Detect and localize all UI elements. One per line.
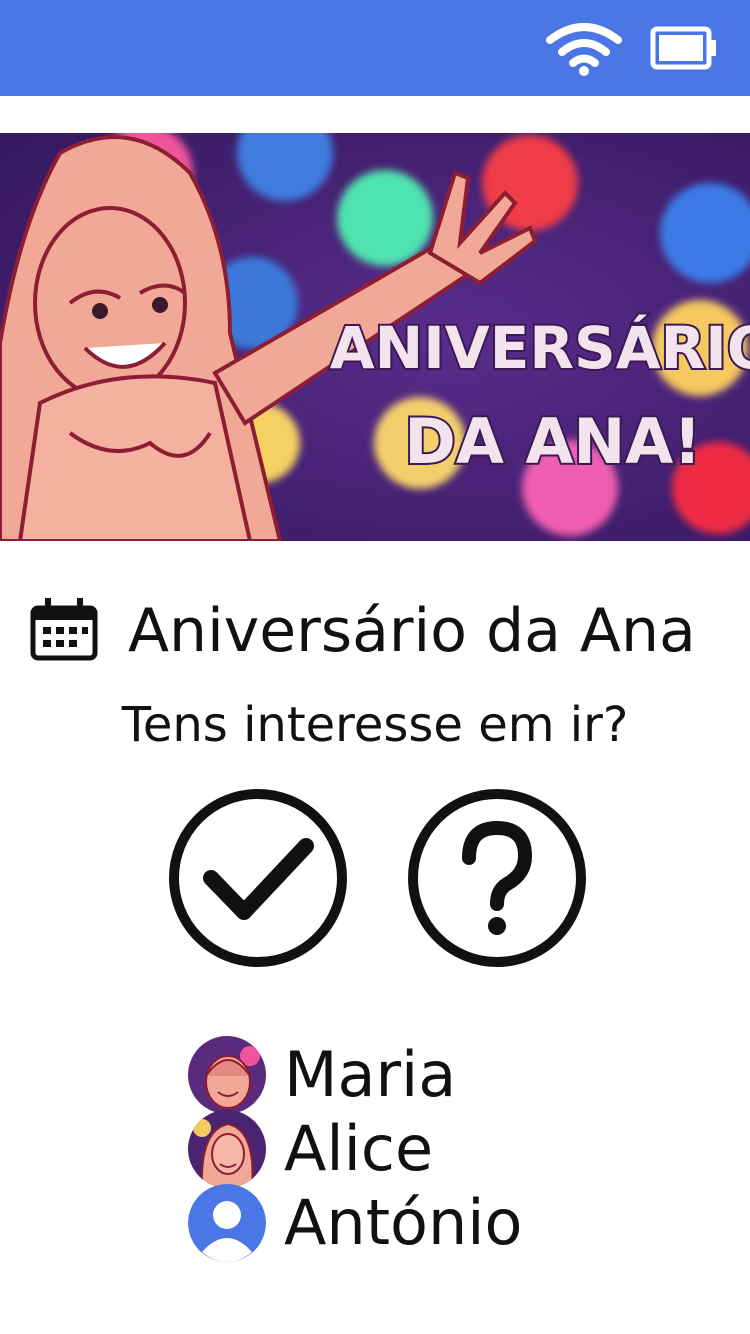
default-avatar-icon <box>188 1184 266 1262</box>
attendee-name: Alice <box>284 1112 434 1185</box>
attendee-item[interactable]: Maria <box>186 1036 606 1116</box>
status-bar <box>0 0 750 96</box>
avatar <box>188 1036 266 1114</box>
event-banner-image: ANIVERSÁRIO DA ANA! <box>0 133 750 541</box>
attendee-name: Maria <box>284 1038 457 1111</box>
calendar-icon <box>30 598 98 661</box>
question-circle-icon <box>408 789 586 967</box>
banner-title-line2: DA ANA! <box>404 405 701 478</box>
wifi-icon <box>546 23 622 76</box>
battery-icon <box>650 26 716 70</box>
event-title: Aniversário da Ana <box>128 596 696 666</box>
attendee-name: António <box>284 1186 523 1259</box>
going-button[interactable] <box>166 786 350 970</box>
maybe-button[interactable] <box>405 786 589 970</box>
banner-title-line1: ANIVERSÁRIO <box>330 313 750 382</box>
avatar <box>188 1110 266 1188</box>
check-circle-icon <box>169 789 347 967</box>
interest-question: Tens interesse em ir? <box>121 697 629 753</box>
attendee-item[interactable]: António <box>186 1184 606 1264</box>
attendee-item[interactable]: Alice <box>186 1110 606 1190</box>
event-header: Aniversário da Ana <box>0 586 750 676</box>
